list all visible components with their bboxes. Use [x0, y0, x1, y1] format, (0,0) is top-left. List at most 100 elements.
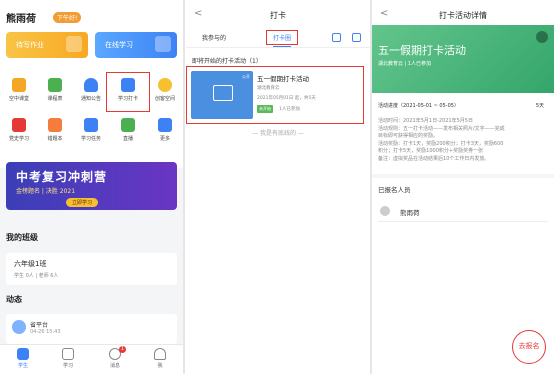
- grid-label: 更多: [159, 136, 170, 142]
- activity-info: 活动时间：2021年5月1日-2021年5月5日 活动规则：五一打卡活动——发布…: [378, 118, 546, 163]
- party-history-icon: [12, 118, 26, 132]
- checkin-screen: < 打卡 我参与的 打卡圈 即将开始的打卡活动（1） 公开 五一假期打卡活动 湖…: [186, 0, 370, 374]
- feed-title: 动态: [6, 295, 22, 304]
- grid-item-air-classroom[interactable]: 空中课堂: [2, 78, 36, 102]
- signup-button[interactable]: 去报名: [512, 330, 546, 364]
- activity-cover: 公开: [191, 71, 253, 119]
- info-line: 活动规则：五一打卡活动——发布相关照片/文字——完成: [378, 125, 505, 132]
- user-icon: [154, 348, 166, 360]
- tab-messages[interactable]: 1 消息: [100, 346, 130, 369]
- grid-item-more[interactable]: 更多: [148, 118, 182, 142]
- tab-label: 我: [157, 363, 163, 369]
- bottom-tabbar: 学生 学习 1 消息 我: [0, 344, 183, 374]
- book-icon: [62, 348, 74, 360]
- grid-label: 课程表: [47, 96, 63, 102]
- tab-label: 学生: [17, 363, 28, 369]
- grid-item-study-tasks[interactable]: 学习任务: [74, 118, 108, 142]
- grid-label: 通知公告: [80, 96, 101, 102]
- message-badge: 1: [119, 346, 126, 353]
- page-title: 打卡: [270, 11, 286, 20]
- section-title: 即将开始的打卡活动（1）: [192, 58, 262, 65]
- activity-hero: 五一假期打卡活动 湖北教育云 | 1人已参加: [372, 25, 554, 93]
- public-tag: 公开: [242, 74, 250, 79]
- more-icon: [158, 118, 172, 132]
- open-book-icon: [213, 85, 233, 101]
- registered-person: 熊雨荷: [378, 204, 548, 222]
- air-classroom-icon: [12, 78, 26, 92]
- progress-days: 5天: [535, 103, 544, 109]
- detail-screen: < 打卡活动详情 五一假期打卡活动 湖北教育云 | 1人已参加 活动进度（202…: [372, 0, 554, 374]
- tab-label: 消息: [109, 363, 120, 369]
- activity-card[interactable]: 公开 五一假期打卡活动 湖北教育云 2021年05月01日 起，共5天 未开始 …: [186, 66, 364, 124]
- feed-time: 04-26 15:43: [30, 329, 61, 335]
- info-line: 目标即可获得相应的奖励。: [378, 133, 439, 139]
- online-learning-label: 在线学习: [105, 41, 133, 49]
- lightbulb-icon: [158, 78, 172, 92]
- activity-title: 五一假期打卡活动: [257, 75, 309, 83]
- info-line: 备注：虚拟奖品在活动结果后10个工作日内发放。: [378, 155, 490, 162]
- tab-label: 学习: [62, 363, 73, 369]
- wrong-book-icon: [48, 118, 62, 132]
- class-meta: 学生 0人 | 老师 6人: [14, 273, 59, 279]
- feed-item[interactable]: 省平台 04-26 15:43: [6, 314, 177, 344]
- activity-participants: 1人已参加: [279, 107, 300, 112]
- award-icon[interactable]: [332, 33, 341, 42]
- tab-study[interactable]: 学习: [53, 348, 83, 369]
- page-title: 打卡活动详情: [439, 11, 487, 20]
- grid-label: 错题本: [47, 136, 63, 142]
- play-icon: [121, 118, 135, 132]
- tab-me[interactable]: 我: [145, 348, 175, 369]
- tab-checkin-square[interactable]: 打卡圈: [266, 30, 299, 47]
- banner-title: 中考复习冲刺营: [16, 170, 108, 184]
- banner-subtitle: 金榜题名 | 决胜 2021: [16, 188, 76, 195]
- hero-meta: 湖北教育云 | 1人已参加: [378, 61, 432, 67]
- divider: [183, 0, 185, 374]
- grid-item-maker-space[interactable]: 创客空间: [148, 78, 182, 102]
- section-divider: [372, 174, 554, 178]
- home-screen: 熊雨荷 下午好! 待写作业 在线学习 空中课堂 课程表 通知公告 学习打卡 创客…: [0, 0, 183, 374]
- banner-button[interactable]: 立即学习: [66, 198, 99, 207]
- grid-item-wrong-book[interactable]: 错题本: [38, 118, 72, 142]
- grid-label: 学习任务: [80, 136, 101, 142]
- grid-label: 直播: [122, 136, 133, 142]
- learning-icon: [155, 36, 171, 52]
- grid-item-party-history[interactable]: 党史学习: [2, 118, 36, 142]
- pending-homework-label: 待写作业: [16, 41, 44, 49]
- person-name: 熊雨荷: [400, 209, 420, 217]
- info-line: 积分；打卡5天，奖励1000积分+奖励奖券一张: [378, 148, 484, 154]
- filter-icon[interactable]: [352, 33, 361, 42]
- status-badge: 未开始: [257, 105, 273, 113]
- online-learning-card[interactable]: 在线学习: [95, 32, 177, 58]
- share-icon[interactable]: [536, 31, 548, 43]
- info-line: 活动奖励：打卡1天，奖励200积分；打卡3天，奖励600: [378, 140, 504, 147]
- greeting-badge: 下午好!: [53, 12, 82, 23]
- homework-icon: [66, 36, 82, 52]
- timetable-icon: [48, 78, 62, 92]
- promo-banner[interactable]: 中考复习冲刺营 金榜题名 | 决胜 2021 立即学习: [6, 162, 177, 210]
- grid-item-notice[interactable]: 通知公告: [74, 78, 108, 102]
- activity-org: 湖北教育云: [257, 86, 280, 91]
- pending-homework-card[interactable]: 待写作业: [6, 32, 88, 58]
- grid-label: 空中课堂: [8, 96, 29, 102]
- star-icon: [84, 118, 98, 132]
- checkin-tabs: 我参与的 打卡圈: [186, 28, 370, 48]
- grid-item-live[interactable]: 直播: [111, 118, 145, 142]
- grid-item-timetable[interactable]: 课程表: [38, 78, 72, 102]
- activity-date: 2021年05月01日 起，共5天: [257, 96, 316, 101]
- avatar: [12, 320, 26, 334]
- hero-title: 五一假期打卡活动: [378, 44, 466, 57]
- avatar: [380, 206, 390, 216]
- class-name: 六年级1班: [14, 260, 47, 268]
- registered-title: 已报名人员: [378, 186, 411, 194]
- class-card[interactable]: 六年级1班 学生 0人 | 老师 6人: [6, 253, 177, 285]
- info-line: 活动时间：2021年5月1日-2021年5月5日: [378, 118, 473, 124]
- grid-label: 创客空间: [154, 96, 175, 102]
- highlight-box: [106, 72, 150, 112]
- tab-student[interactable]: 学生: [8, 348, 38, 369]
- home-header: 熊雨荷 下午好! 待写作业 在线学习 空中课堂 课程表 通知公告 学习打卡 创客…: [0, 0, 183, 168]
- list-end-text: — 我是有底线的 —: [252, 130, 304, 137]
- my-class-title: 我的班级: [6, 233, 38, 242]
- bell-icon: [84, 78, 98, 92]
- grid-label: 党史学习: [8, 136, 29, 142]
- tab-mine[interactable]: 我参与的: [202, 33, 226, 42]
